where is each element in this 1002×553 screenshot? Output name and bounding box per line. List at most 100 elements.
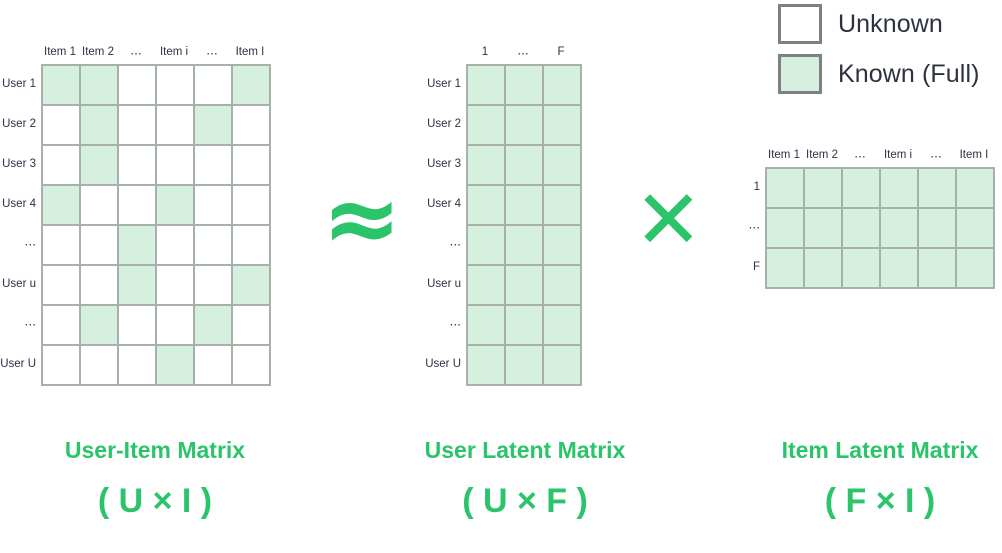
matrix-cell [119,146,157,186]
legend-item-unknown: Unknown [778,4,980,44]
column-header: Item i [883,149,913,161]
caption-user-latent-matrix: User Latent Matrix ( U × F ) [405,437,645,521]
caption-title: User Latent Matrix [424,437,626,463]
row-label: User u [427,278,461,290]
matrix-cell [157,226,195,266]
column-header: ⋯ [130,48,142,60]
legend-swatch-known-icon [778,54,822,94]
matrix-cell [506,146,544,186]
matrix-cell [506,226,544,266]
matrix-cell [157,306,195,346]
matrix-cell [881,169,919,209]
row-label: User 1 [427,78,461,90]
matrix-cell [233,226,271,266]
matrix-cell [881,249,919,289]
column-header: ⋯ [206,48,218,60]
matrix-cell [506,186,544,226]
matrix-cell [843,169,881,209]
matrix-cell [843,209,881,249]
matrix-cell [468,306,506,346]
caption-dimensions: ( U × F ) [462,482,588,520]
row-label: User 4 [427,198,461,210]
matrix-cell [544,266,582,306]
row-label: ⋯ [449,319,462,331]
matrix-cell [468,66,506,106]
matrix-cell [157,66,195,106]
matrix-cell [544,306,582,346]
matrix-cell [43,146,81,186]
matrix-cell [544,186,582,226]
matrix-cell [468,346,506,386]
matrix-cell [195,146,233,186]
matrix-cell [195,226,233,266]
matrix-cell [919,249,957,289]
matrix-cell [81,186,119,226]
matrix-cell [195,186,233,226]
item-latent-grid [765,167,995,289]
column-header: ⋯ [854,151,866,163]
matrix-cell [506,306,544,346]
matrix-cell [805,169,843,209]
matrix-cell [506,66,544,106]
column-header: Item 2 [82,46,114,58]
row-label: User 1 [2,78,36,90]
matrix-cell [43,186,81,226]
matrix-cell [957,169,995,209]
column-header: Item I [959,149,989,161]
matrix-cell [506,346,544,386]
caption-item-latent-matrix: Item Latent Matrix ( F × I ) [760,437,1000,521]
row-label: User U [0,358,36,370]
matrix-cell [233,346,271,386]
matrix-cell [119,346,157,386]
column-header: Item 1 [44,46,76,58]
legend-item-known: Known (Full) [778,54,980,94]
matrix-cell [43,346,81,386]
matrix-cell [195,66,233,106]
matrix-cell [157,146,195,186]
matrix-cell [195,266,233,306]
matrix-cell [119,266,157,306]
row-label: ⋯ [24,239,37,251]
matrix-cell [843,249,881,289]
row-label: User 2 [2,118,36,130]
matrix-cell [119,186,157,226]
approximately-equal-icon: ≈ [322,164,402,274]
matrix-cell [233,306,271,346]
legend-swatch-unknown-icon [778,4,822,44]
matrix-cell [468,186,506,226]
matrix-cell [544,346,582,386]
row-label: ⋯ [449,239,462,251]
matrix-cell [919,209,957,249]
caption-dimensions: ( U × I ) [97,482,213,520]
matrix-cell [81,66,119,106]
column-header: Item I [235,46,265,58]
column-header: Item 1 [768,149,800,161]
matrix-cell [195,346,233,386]
item-latent-row-labels: 1 ⋯ F [749,167,761,287]
matrix-cell [544,106,582,146]
matrix-cell [233,266,271,306]
matrix-cell [157,106,195,146]
matrix-cell [767,209,805,249]
row-label: User 3 [2,158,36,170]
matrix-cell [157,266,195,306]
matrix-cell [233,186,271,226]
user-latent-column-headers: 1 ⋯ F [466,46,580,60]
matrix-cell [43,66,81,106]
matrix-cell [468,106,506,146]
legend: Unknown Known (Full) [778,4,980,94]
column-header: Item 2 [806,149,838,161]
matrix-cell [805,249,843,289]
user-item-grid [41,64,271,386]
item-latent-matrix: Item 1 Item 2 ⋯ Item i ⋯ Item I 1 ⋯ F [749,149,995,289]
row-label: User u [2,278,36,290]
matrix-cell [157,186,195,226]
diagram-canvas: Unknown Known (Full) Item 1 Item 2 ⋯ Item i… [0,0,1002,553]
matrix-cell [957,209,995,249]
legend-label-known: Known (Full) [838,59,980,88]
multiply-icon: ✕ [634,173,703,268]
row-label: ⋯ [24,319,37,331]
row-label: User 2 [427,118,461,130]
item-latent-column-headers: Item 1 Item 2 ⋯ Item i ⋯ Item I [765,149,993,163]
matrix-cell [506,106,544,146]
